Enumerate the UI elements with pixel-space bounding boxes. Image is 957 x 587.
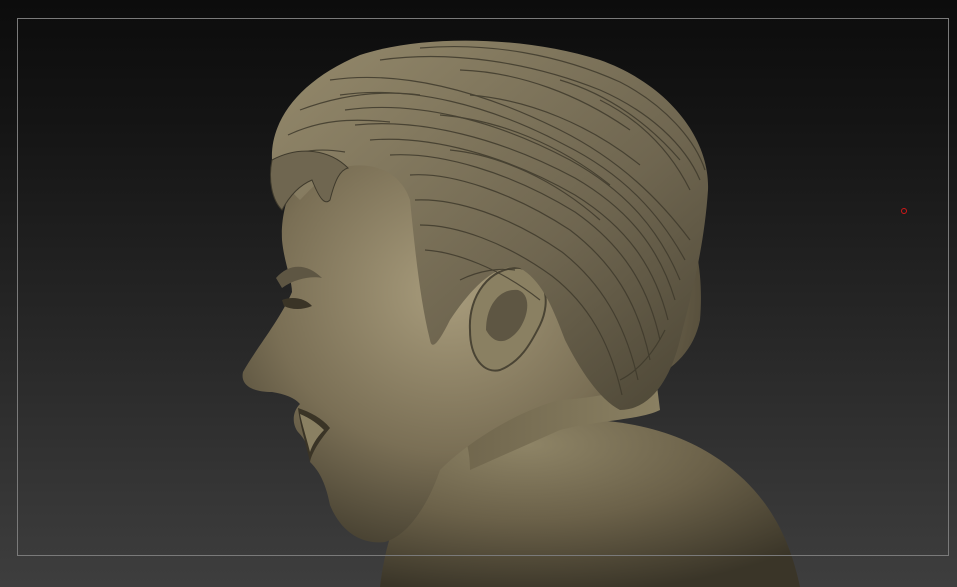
zbrush-viewport[interactable] [0, 0, 957, 587]
brush-cursor-icon [901, 208, 907, 214]
sculpt-model[interactable] [0, 0, 957, 587]
